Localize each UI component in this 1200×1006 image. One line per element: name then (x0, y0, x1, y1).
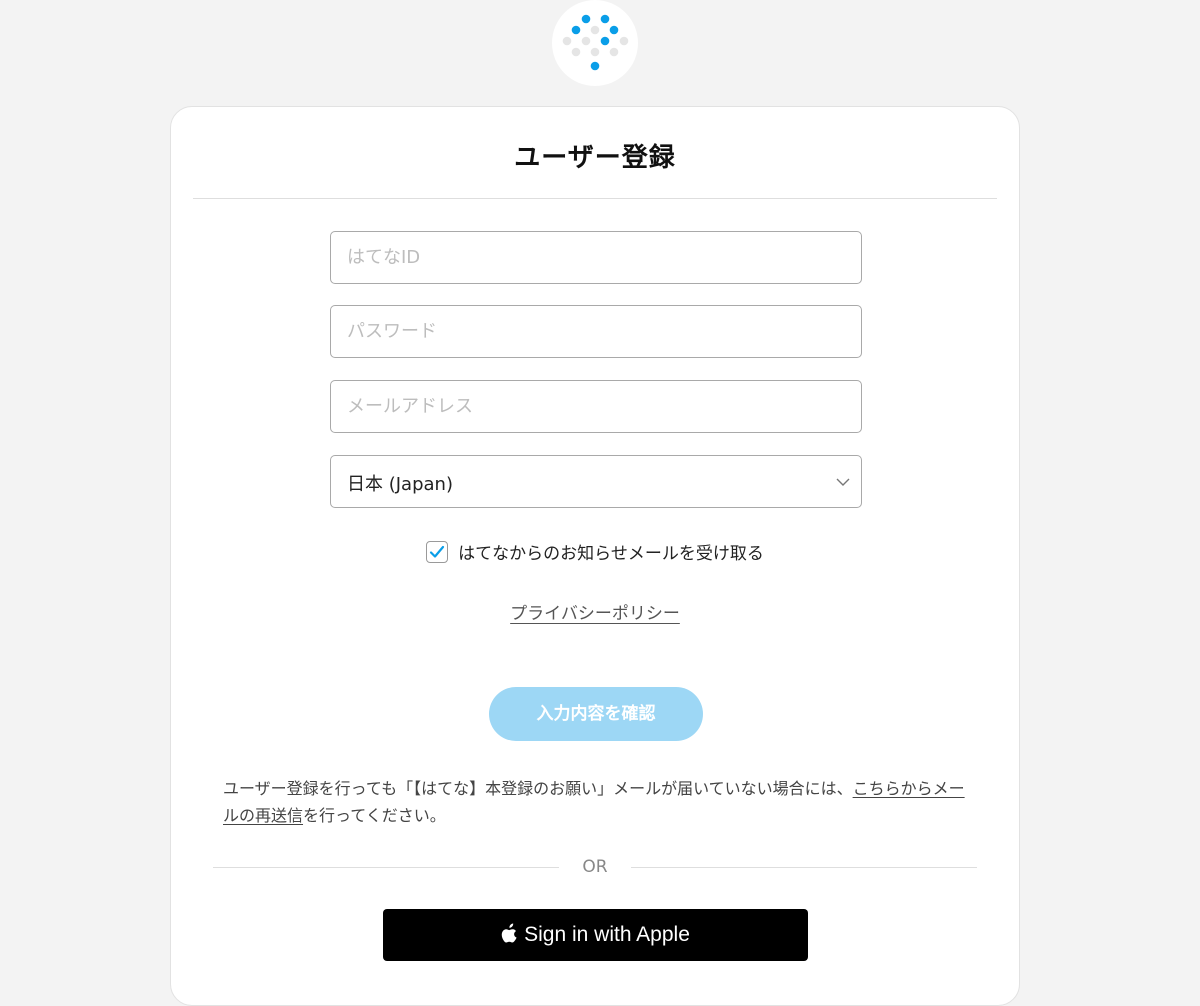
notice-text-end: を行ってください。 (303, 806, 446, 825)
hatena-logo[interactable] (552, 0, 638, 86)
newsletter-label[interactable]: はてなからのお知らせメールを受け取る (458, 539, 764, 564)
resend-notice: ユーザー登録を行っても「【はてな】本登録のお願い」メールが届いていない場合には、… (223, 775, 975, 829)
newsletter-checkbox[interactable] (426, 540, 449, 563)
or-label: OR (582, 857, 608, 877)
sign-in-with-apple-button[interactable]: Sign in with Apple (383, 909, 808, 961)
password-input[interactable] (330, 305, 862, 358)
apple-button-label: Sign in with Apple (524, 923, 690, 946)
chevron-down-icon (836, 478, 850, 486)
confirm-input-button[interactable]: 入力内容を確認 (489, 687, 703, 741)
privacy-policy-link[interactable]: プライバシーポリシー (171, 599, 1019, 624)
title-divider (193, 198, 997, 199)
email-input[interactable] (330, 380, 862, 433)
country-select[interactable]: 日本 (Japan) (330, 455, 862, 508)
or-divider: OR (213, 857, 977, 879)
page-title: ユーザー登録 (514, 143, 676, 173)
country-selected-value: 日本 (Japan) (347, 474, 453, 495)
newsletter-option: はてなからのお知らせメールを受け取る (171, 539, 1019, 567)
hatena-dots-logo-icon (562, 14, 629, 71)
registration-card: ユーザー登録 日本 (Japan) はてなからのお知らせメールを受け取る プライ… (170, 106, 1020, 1006)
checkmark-icon (430, 545, 445, 558)
apple-icon (501, 923, 517, 943)
hatena-id-input[interactable] (330, 231, 862, 284)
notice-text: ユーザー登録を行っても「【はてな】本登録のお願い」メールが届いていない場合には、 (223, 779, 853, 798)
